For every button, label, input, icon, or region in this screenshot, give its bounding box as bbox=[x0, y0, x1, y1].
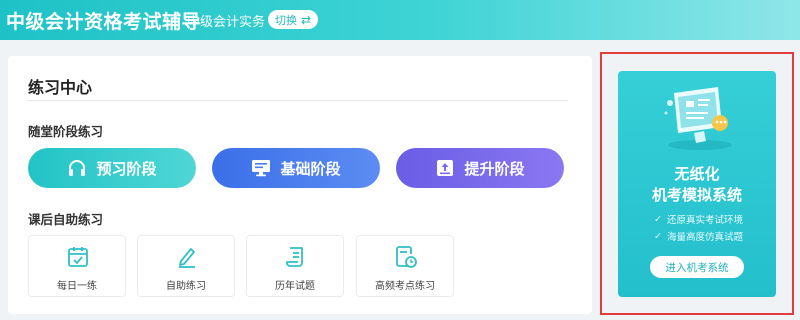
headphones-icon bbox=[69, 160, 86, 176]
past-exams-label: 历年试题 bbox=[275, 281, 315, 292]
preview-stage-label: 预习阶段 bbox=[96, 159, 157, 178]
daily-practice-tile[interactable]: 每日一练 bbox=[28, 235, 126, 297]
switch-label: 切换 bbox=[274, 13, 297, 27]
daily-practice-label: 每日一练 bbox=[57, 281, 97, 292]
calendar-icon bbox=[68, 247, 88, 267]
divider bbox=[28, 100, 568, 101]
practice-center-panel: 练习中心 随堂阶段练习 预习阶段 基础阶段 提升阶段 课后自助练习 每日一练 自… bbox=[8, 56, 592, 314]
swap-icon: ⇄ bbox=[300, 12, 312, 27]
scroll-icon bbox=[286, 247, 303, 267]
promo-feature-1-text: 还原真实考试环境 bbox=[666, 215, 743, 226]
switch-subject-button[interactable]: 切换 ⇄ bbox=[268, 10, 318, 29]
top-bar: 中级会计资格考试辅导 中级会计实务 切换 ⇄ bbox=[0, 0, 800, 40]
page-title: 练习中心 bbox=[28, 78, 93, 97]
mock-exam-promo-card: 无纸化 机考模拟系统 ✓ 还原真实考试环境 ✓ 海量高度仿真试题 进入机考系统 bbox=[618, 71, 776, 297]
high-frequency-tile[interactable]: 高频考点练习 bbox=[356, 235, 454, 297]
pencil-icon bbox=[179, 248, 195, 268]
promo-title-line1: 无纸化 bbox=[674, 165, 720, 183]
monitor-icon bbox=[252, 160, 271, 177]
basic-stage-button[interactable]: 基础阶段 bbox=[212, 148, 380, 188]
basic-stage-label: 基础阶段 bbox=[280, 159, 341, 178]
app-title: 中级会计资格考试辅导 bbox=[6, 11, 202, 33]
promo-feature-2: ✓ 海量高度仿真试题 bbox=[654, 229, 743, 244]
promo-feature-2-text: 海量高度仿真试题 bbox=[666, 232, 743, 243]
clock-doc-icon bbox=[396, 246, 417, 268]
self-practice-tile[interactable]: 自助练习 bbox=[137, 235, 235, 297]
promo-feature-1: ✓ 还原真实考试环境 bbox=[654, 212, 743, 227]
preview-stage-button[interactable]: 预习阶段 bbox=[28, 148, 196, 188]
in-class-heading: 随堂阶段练习 bbox=[28, 124, 104, 139]
self-study-heading: 课后自助练习 bbox=[28, 212, 104, 227]
enter-exam-system-button[interactable]: 进入机考系统 bbox=[650, 256, 744, 278]
upload-doc-icon bbox=[437, 160, 454, 176]
advance-stage-label: 提升阶段 bbox=[464, 159, 525, 178]
computer-illustration-icon bbox=[664, 87, 732, 150]
current-subject: 中级会计实务 bbox=[187, 15, 266, 30]
check-icon: ✓ bbox=[654, 213, 662, 225]
self-practice-label: 自助练习 bbox=[166, 281, 206, 292]
check-icon: ✓ bbox=[654, 230, 662, 242]
high-frequency-label: 高频考点练习 bbox=[375, 281, 435, 292]
past-exams-tile[interactable]: 历年试题 bbox=[246, 235, 344, 297]
advance-stage-button[interactable]: 提升阶段 bbox=[396, 148, 564, 188]
promo-title-line2: 机考模拟系统 bbox=[651, 186, 742, 204]
